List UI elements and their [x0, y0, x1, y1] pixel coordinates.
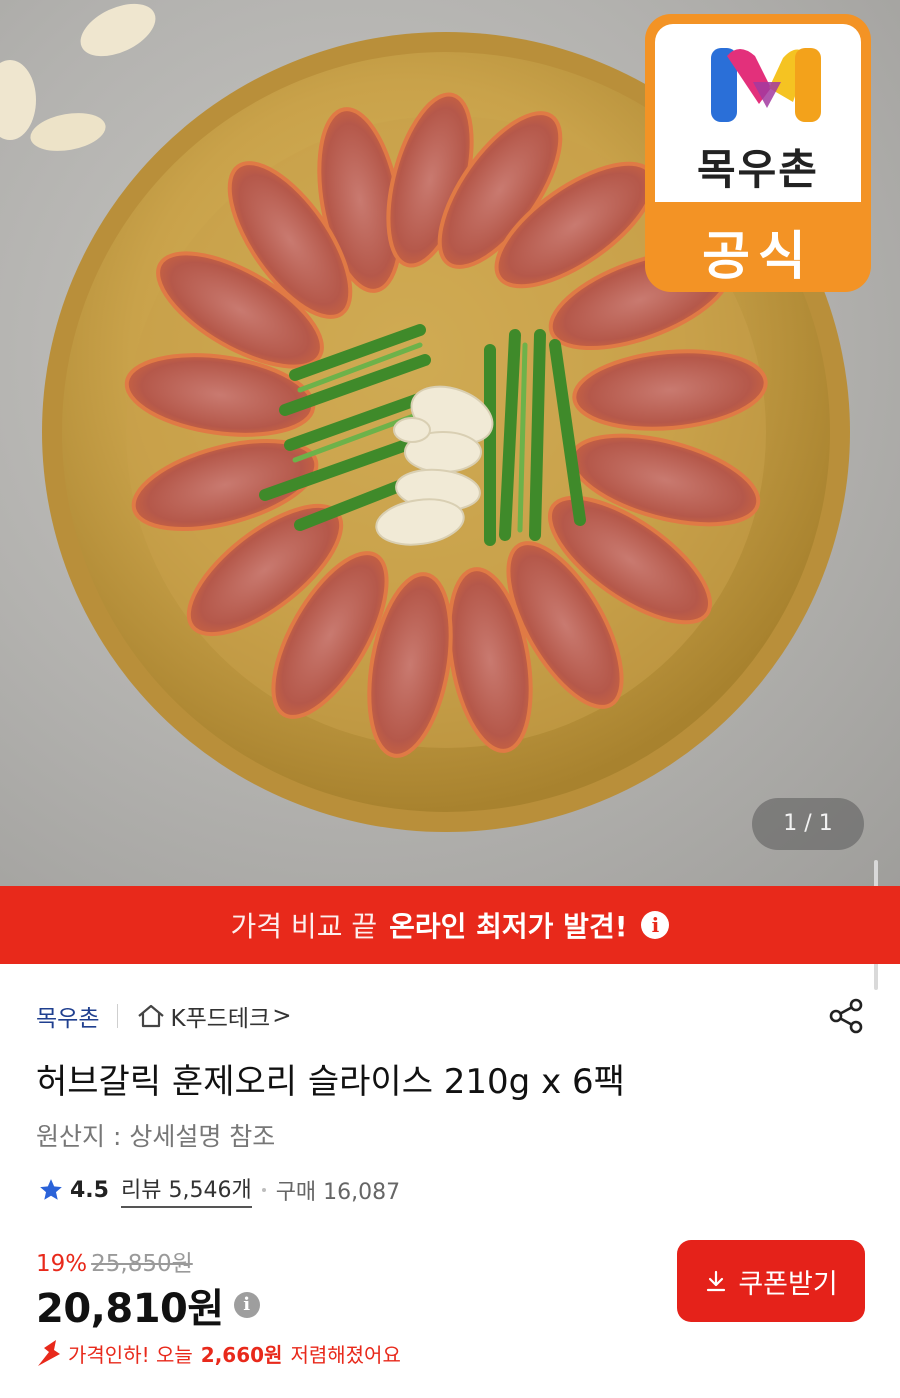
chevron-right-icon: > — [272, 1003, 292, 1029]
lowest-price-banner[interactable]: 가격 비교 끝 온라인 최저가 발견! i — [0, 886, 900, 964]
promo-highlight: 온라인 최저가 발견! — [389, 910, 628, 943]
store-name: K푸드테크 — [170, 1006, 271, 1032]
get-coupon-button[interactable]: 쿠폰받기 — [677, 1240, 865, 1322]
original-price: 25,850원 — [91, 1251, 193, 1277]
coupon-label: 쿠폰받기 — [738, 1268, 838, 1300]
badge-logo-area: 목우촌 — [655, 24, 861, 202]
discount-percent: 19% — [36, 1251, 88, 1277]
share-icon — [829, 998, 863, 1034]
store-link[interactable]: K푸드테크 > — [136, 999, 292, 1033]
purchase-count: 구매 16,087 — [275, 1180, 401, 1205]
arrow-down-icon — [38, 1340, 60, 1366]
price-info-icon[interactable]: i — [233, 1292, 260, 1318]
badge-brand-name: 목우촌 — [697, 145, 819, 194]
info-icon[interactable]: i — [641, 911, 670, 939]
price-drop-notice: 가격인하! 오늘 2,660원 저렴해졌어요 — [36, 1336, 401, 1370]
drop-prefix: 가격인하! 오늘 — [68, 1342, 193, 1367]
promo-text: 가격 비교 끝 — [230, 910, 378, 943]
review-count-link[interactable]: 리뷰 5,546개 — [120, 1172, 252, 1208]
m-logo-icon — [711, 48, 821, 122]
product-image[interactable]: 목우촌 공식 1 / 1 — [0, 0, 900, 886]
home-icon — [138, 1004, 165, 1028]
divider — [117, 1004, 119, 1028]
share-button[interactable] — [826, 996, 866, 1036]
image-pager: 1 / 1 — [752, 798, 864, 850]
origin-text: 원산지 : 상세설명 참조 — [36, 1122, 276, 1151]
divider-dot — [261, 1188, 266, 1192]
seller-row: 목우촌 K푸드테크 > — [36, 996, 292, 1036]
sale-price: 20,810원 — [36, 1286, 224, 1332]
drop-amount: 2,660원 — [200, 1342, 283, 1367]
download-icon — [707, 1270, 726, 1292]
brand-link[interactable]: 목우촌 — [36, 999, 99, 1033]
official-brand-badge: 목우촌 공식 — [645, 14, 871, 292]
discount-row: 19% 25,850원 — [36, 1244, 193, 1278]
star-icon — [40, 1179, 62, 1200]
product-title: 허브갈릭 훈제오리 슬라이스 210g x 6팩 — [36, 1062, 625, 1102]
badge-official-label: 공식 — [702, 227, 814, 287]
rating-score: 4.5 — [70, 1177, 109, 1203]
drop-suffix: 저렴해졌어요 — [290, 1342, 401, 1367]
price-row: 20,810원 i — [36, 1276, 260, 1334]
rating-row: 4.5 리뷰 5,546개 구매 16,087 — [38, 1172, 400, 1208]
